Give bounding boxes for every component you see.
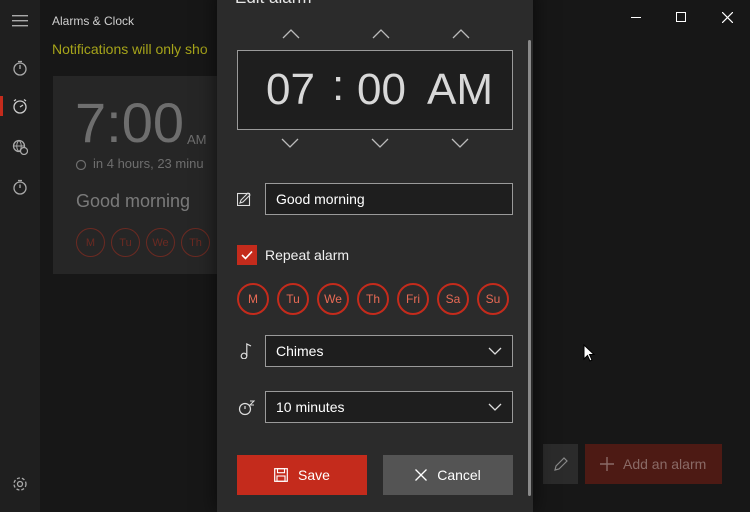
close-window-button[interactable] (704, 6, 750, 28)
stopwatch-icon (13, 179, 27, 195)
minute-down-button[interactable] (365, 135, 395, 151)
alarm-card-next: in 4 hours, 23 minu (75, 156, 204, 171)
plus-icon (600, 457, 614, 471)
name-edit-icon-wrap (237, 192, 251, 206)
hamburger-icon (12, 15, 28, 27)
chevron-up-icon (282, 29, 300, 39)
alarm-card-time: 7:00 (75, 91, 184, 154)
edit-alarms-button[interactable] (543, 444, 578, 484)
alarm-small-icon (75, 159, 87, 170)
snooze-value: 10 minutes (276, 399, 345, 415)
chevron-up-icon (372, 29, 390, 39)
checkmark-icon (241, 250, 253, 260)
sound-icon-wrap (240, 343, 252, 359)
nav-rail (0, 0, 40, 512)
alarm-card-countdown: in 4 hours, 23 minu (93, 156, 204, 171)
minimize-icon (631, 17, 641, 18)
chevron-down-icon (488, 347, 502, 355)
day-toggle-sunday[interactable]: Su (477, 283, 509, 315)
close-icon (721, 11, 733, 23)
chevron-down-icon (281, 138, 299, 148)
alarm-card-days: M Tu We Th (76, 228, 210, 257)
repeat-alarm-checkbox[interactable] (237, 245, 257, 265)
mouse-cursor-icon (583, 344, 595, 362)
time-picker[interactable]: 07 : 00 AM (237, 50, 513, 130)
chevron-down-icon (371, 138, 389, 148)
add-alarm-button[interactable]: Add an alarm (585, 444, 722, 484)
ampm-up-button[interactable] (446, 26, 476, 42)
edit-name-icon (237, 192, 251, 206)
cancel-button[interactable]: Cancel (383, 455, 513, 495)
dialog-title: Edit alarm (235, 0, 312, 8)
gear-icon (13, 477, 27, 491)
alarm-card-name: Good morning (76, 191, 191, 211)
hour-down-button[interactable] (275, 135, 305, 151)
hamburger-menu-button[interactable] (0, 7, 40, 35)
alarm-name-input[interactable]: Good morning (265, 183, 513, 215)
alarm-card-day: Tu (111, 228, 140, 257)
minute-value[interactable]: 00 (357, 65, 406, 115)
maximize-button[interactable] (658, 6, 704, 28)
app-title: Alarms & Clock (52, 14, 135, 28)
repeat-days: M Tu We Th Fri Sa Su (237, 283, 509, 315)
alarm-card-ampm: AM (187, 132, 207, 147)
nav-stopwatch[interactable] (0, 173, 40, 201)
day-toggle-friday[interactable]: Fri (397, 283, 429, 315)
alarm-icon (13, 98, 27, 114)
nav-alarm[interactable] (0, 92, 40, 120)
alarm-card-day: M (76, 228, 105, 257)
floppy-disk-icon (274, 468, 288, 482)
timer-icon (13, 60, 27, 76)
alarms-app-window: Alarms & Clock Notifications will only s… (0, 0, 750, 512)
alarm-card-day: We (146, 228, 175, 257)
globe-clock-icon (12, 139, 28, 155)
alarm-card-day: Th (181, 228, 210, 257)
ampm-value[interactable]: AM (427, 65, 493, 115)
music-note-icon (240, 343, 252, 359)
day-toggle-saturday[interactable]: Sa (437, 283, 469, 315)
chevron-down-icon (488, 403, 502, 411)
chevron-up-icon (452, 29, 470, 39)
nav-settings[interactable] (0, 470, 40, 498)
save-button[interactable]: Save (237, 455, 367, 495)
repeat-alarm-label[interactable]: Repeat alarm (265, 247, 349, 263)
nav-timer[interactable] (0, 54, 40, 82)
day-toggle-tuesday[interactable]: Tu (277, 283, 309, 315)
close-icon (415, 469, 428, 481)
ampm-down-button[interactable] (445, 135, 475, 151)
snooze-icon (238, 400, 256, 416)
nav-world-clock[interactable] (0, 133, 40, 161)
cancel-label: Cancel (437, 467, 481, 483)
chevron-down-icon (451, 138, 469, 148)
day-toggle-wednesday[interactable]: We (317, 283, 349, 315)
day-toggle-thursday[interactable]: Th (357, 283, 389, 315)
notification-warning: Notifications will only sho (52, 41, 208, 57)
sound-select[interactable]: Chimes (265, 335, 513, 367)
sound-value: Chimes (276, 343, 324, 359)
day-toggle-monday[interactable]: M (237, 283, 269, 315)
add-alarm-label: Add an alarm (623, 456, 707, 472)
dialog-scrollbar[interactable] (528, 40, 531, 496)
snooze-select[interactable]: 10 minutes (265, 391, 513, 423)
maximize-icon (676, 12, 686, 22)
minimize-button[interactable] (613, 6, 659, 28)
hour-up-button[interactable] (276, 26, 306, 42)
time-separator: : (332, 61, 345, 110)
edit-alarm-dialog: Edit alarm 07 : 00 AM Good mo (217, 0, 533, 512)
hour-value[interactable]: 07 (266, 65, 315, 115)
save-label: Save (298, 467, 330, 483)
minute-up-button[interactable] (366, 26, 396, 42)
pencil-icon (553, 457, 568, 471)
snooze-icon-wrap (238, 400, 256, 416)
